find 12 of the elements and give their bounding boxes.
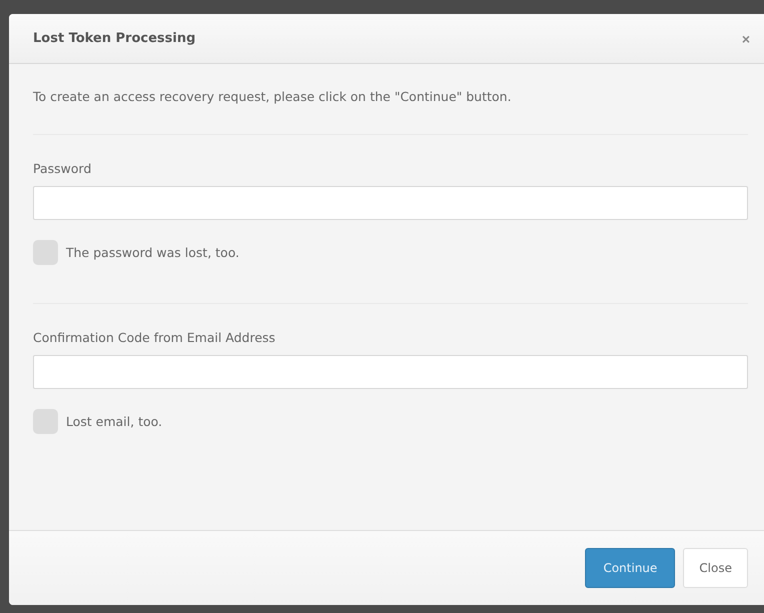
dialog-title: Lost Token Processing (33, 31, 196, 46)
checkbox[interactable] (33, 409, 58, 434)
field-label: Confirmation Code from Email Address (33, 330, 276, 345)
close-button[interactable]: Close (683, 548, 748, 588)
checkbox[interactable] (33, 240, 58, 265)
field-label: Password (33, 161, 92, 176)
checkbox-label: Lost email, too. (66, 414, 162, 429)
checkbox-label: The password was lost, too. (66, 245, 240, 260)
continue-button[interactable]: Continue (585, 548, 676, 588)
input-field[interactable] (33, 355, 748, 389)
instruction-text: To create an access recovery request, please click on the "Continue" button. (33, 89, 512, 104)
input-field[interactable] (33, 186, 748, 220)
